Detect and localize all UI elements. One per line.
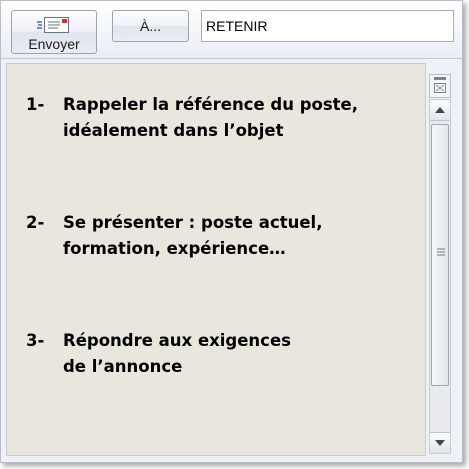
list-item-number: 3- <box>26 331 45 350</box>
triangle-down-icon <box>435 440 445 446</box>
list-item-text: Se présenter : poste actuel, formation, … <box>63 213 323 258</box>
to-button[interactable]: À... <box>112 10 189 42</box>
send-mail-icon <box>37 17 69 33</box>
compose-window: Envoyer À... 1- Rappeler la référence du… <box>0 0 463 463</box>
list-item-text: Répondre aux exigences de l’annonce <box>63 331 291 376</box>
window-collapse-icon <box>434 77 446 93</box>
send-button[interactable]: Envoyer <box>11 10 97 54</box>
scroll-thumb[interactable] <box>431 124 449 386</box>
list-item-text: Rappeler la référence du poste, idéaleme… <box>63 95 359 140</box>
compose-toolbar: Envoyer À... <box>1 1 462 59</box>
vertical-scrollbar[interactable] <box>429 99 451 454</box>
scroll-down-button[interactable] <box>430 432 450 453</box>
scroll-up-button[interactable] <box>430 100 450 121</box>
message-body[interactable]: 1- Rappeler la référence du poste, idéal… <box>6 63 426 456</box>
list-item-number: 1- <box>26 95 45 114</box>
subject-input[interactable] <box>201 10 454 42</box>
list-item-number: 2- <box>26 213 45 232</box>
triangle-up-icon <box>435 107 445 113</box>
scroll-grip-icon <box>437 248 445 256</box>
send-label: Envoyer <box>28 36 80 52</box>
collapse-button[interactable] <box>429 74 451 98</box>
